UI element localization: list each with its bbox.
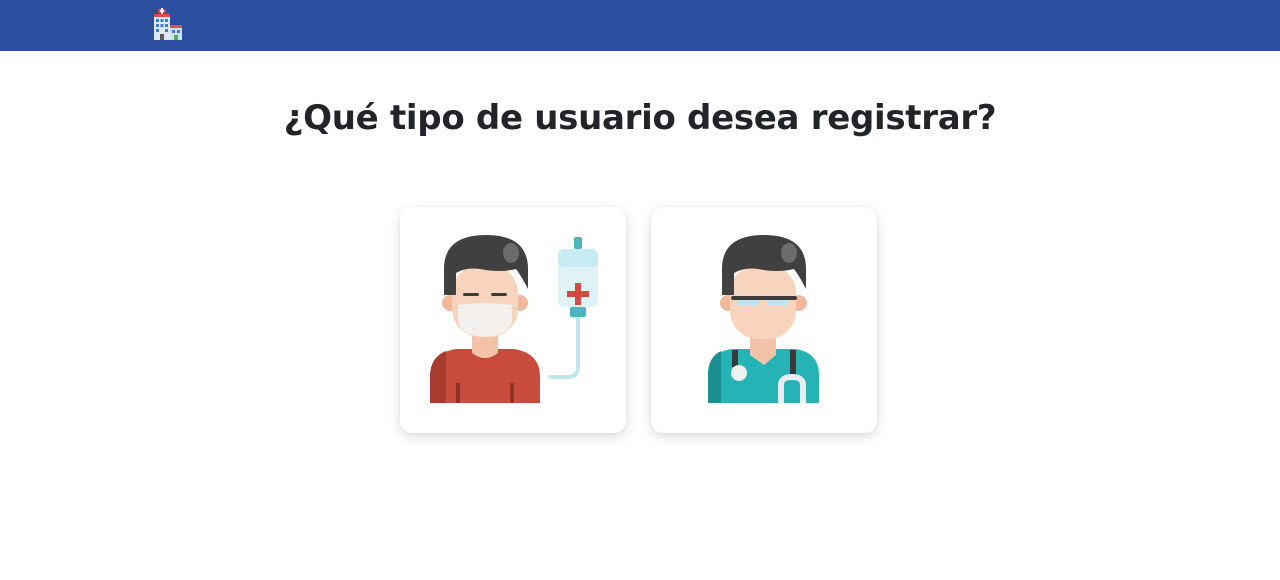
hospital-building-icon [154, 8, 182, 40]
doctor-with-stethoscope-icon [708, 235, 819, 403]
hospital-logo-link[interactable] [151, 8, 185, 42]
patient-user-type-card[interactable] [400, 207, 626, 433]
patient-with-iv-drip-icon [430, 235, 598, 403]
page-title: ¿Qué tipo de usuario desea registrar? [283, 98, 997, 138]
top-navbar [0, 0, 1280, 51]
doctor-user-type-card[interactable] [651, 207, 877, 433]
